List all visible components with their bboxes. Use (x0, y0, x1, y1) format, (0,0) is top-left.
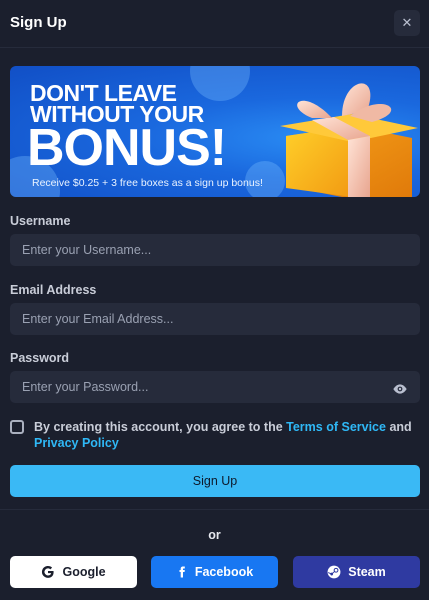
facebook-login-button[interactable]: Facebook (151, 556, 278, 588)
terms-checkbox[interactable] (10, 420, 24, 434)
modal-header: Sign Up ✕ (0, 0, 429, 48)
google-icon (42, 566, 55, 578)
agreement-text-before: By creating this account, you agree to t… (34, 420, 287, 434)
email-input[interactable] (10, 303, 420, 335)
or-separator: or (208, 528, 221, 542)
facebook-label: Facebook (194, 565, 254, 579)
terms-agreement-text: By creating this account, you agree to t… (34, 419, 414, 451)
steam-label: Steam (348, 565, 386, 579)
google-label: Google (62, 565, 106, 579)
gift-box-icon (280, 83, 418, 197)
bonus-banner: DON'T LEAVE WITHOUT YOUR BONUS! Receive … (10, 66, 420, 197)
steam-icon (327, 565, 341, 579)
sign-up-button[interactable]: Sign Up (10, 465, 420, 497)
username-input[interactable] (10, 234, 420, 266)
email-label: Email Address (10, 283, 97, 297)
close-icon: ✕ (401, 15, 413, 30)
password-label: Password (10, 351, 70, 365)
banner-bonus-text: BONUS! (27, 119, 227, 177)
privacy-policy-link[interactable]: Privacy Policy (34, 436, 119, 450)
steam-login-button[interactable]: Steam (293, 556, 420, 588)
modal-title: Sign Up (10, 14, 67, 31)
eye-icon[interactable] (392, 381, 408, 397)
agreement-text-middle: and (385, 420, 412, 434)
divider (0, 509, 429, 510)
password-input[interactable] (10, 371, 420, 403)
close-button[interactable]: ✕ (394, 10, 420, 36)
google-login-button[interactable]: Google (10, 556, 137, 588)
banner-subtitle: Receive $0.25 + 3 free boxes as a sign u… (32, 177, 263, 189)
facebook-icon (179, 566, 185, 578)
username-label: Username (10, 214, 71, 228)
terms-of-service-link[interactable]: Terms of Service (286, 420, 386, 434)
